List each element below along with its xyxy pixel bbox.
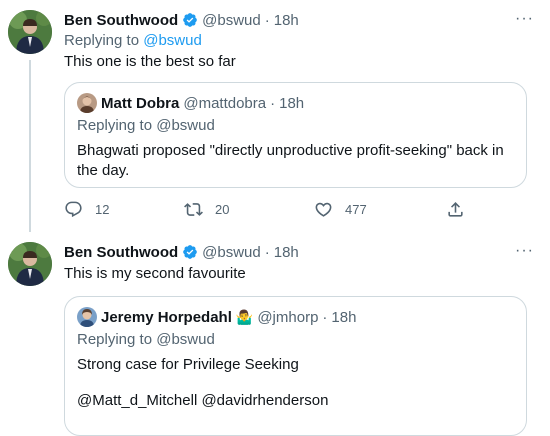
avatar[interactable]	[8, 242, 52, 286]
author-handle[interactable]: @bswud	[202, 244, 261, 261]
reply-button[interactable]: 12	[64, 200, 109, 219]
tweet-text: This is my second favourite	[64, 265, 246, 282]
quoted-author-handle: @mattdobra	[183, 94, 267, 112]
separator-dot: ·	[270, 94, 276, 112]
retweet-count: 20	[215, 202, 230, 217]
quoted-author-name: Matt Dobra	[101, 94, 180, 112]
quoted-avatar	[77, 307, 97, 327]
retweet-icon	[184, 203, 203, 216]
author-name[interactable]: Ben Southwood	[64, 12, 178, 29]
quoted-text: Bhagwati proposed "directly unproductive…	[77, 142, 504, 179]
reply-count: 12	[95, 202, 110, 217]
share-button[interactable]	[446, 200, 477, 219]
separator-dot: ·	[322, 308, 328, 326]
quoted-tweet[interactable]: Jeremy Horpedahl 🤷‍♂️ @jmhorp · 18h Repl…	[64, 296, 527, 436]
quoted-author-name: Jeremy Horpedahl	[101, 308, 232, 326]
more-options-icon[interactable]: ···	[515, 10, 534, 28]
avatar[interactable]	[8, 10, 52, 54]
more-options-icon[interactable]: ···	[515, 242, 534, 260]
like-button[interactable]: 477	[314, 200, 367, 219]
tweet[interactable]: Ben Southwood @bswud · 18h ··· Replying …	[0, 0, 550, 232]
heart-icon	[315, 202, 332, 217]
tweet[interactable]: Ben Southwood @bswud · 18h ··· This is m…	[0, 232, 550, 436]
quoted-tweet[interactable]: Matt Dobra @mattdobra · 18h Replying to …	[64, 82, 527, 188]
quoted-timestamp: 18h	[331, 308, 357, 326]
timestamp[interactable]: 18h	[274, 12, 299, 29]
tweet-text: This one is the best so far	[64, 53, 236, 70]
quoted-author-handle: @jmhorp	[257, 308, 319, 326]
thread-line	[29, 60, 31, 232]
separator-dot: ·	[264, 11, 270, 29]
author-name[interactable]: Ben Southwood	[64, 244, 178, 261]
quoted-text: Strong case for Privilege Seeking	[77, 356, 299, 373]
reply-icon	[65, 201, 82, 218]
mention-link[interactable]: @bswud	[143, 32, 202, 49]
verified-badge-icon	[183, 245, 197, 259]
replying-to: Replying to @bswud	[64, 32, 202, 49]
quoted-replying-to: Replying to @bswud	[77, 117, 215, 134]
author-handle[interactable]: @bswud	[202, 12, 261, 29]
quoted-replying-to: Replying to @bswud	[77, 331, 215, 348]
quoted-timestamp: 18h	[279, 94, 305, 112]
timestamp[interactable]: 18h	[274, 244, 299, 261]
quoted-mentions: @Matt_d_Mitchell @davidrhenderson	[77, 392, 329, 409]
tweet-actions: 12 20 477	[64, 198, 474, 222]
shrug-emoji-icon: 🤷‍♂️	[235, 308, 254, 325]
verified-badge-icon	[183, 13, 197, 27]
share-icon	[448, 202, 463, 217]
retweet-button[interactable]: 20	[184, 200, 229, 219]
like-count: 477	[345, 202, 367, 217]
separator-dot: ·	[264, 243, 270, 261]
quoted-avatar	[77, 93, 97, 113]
